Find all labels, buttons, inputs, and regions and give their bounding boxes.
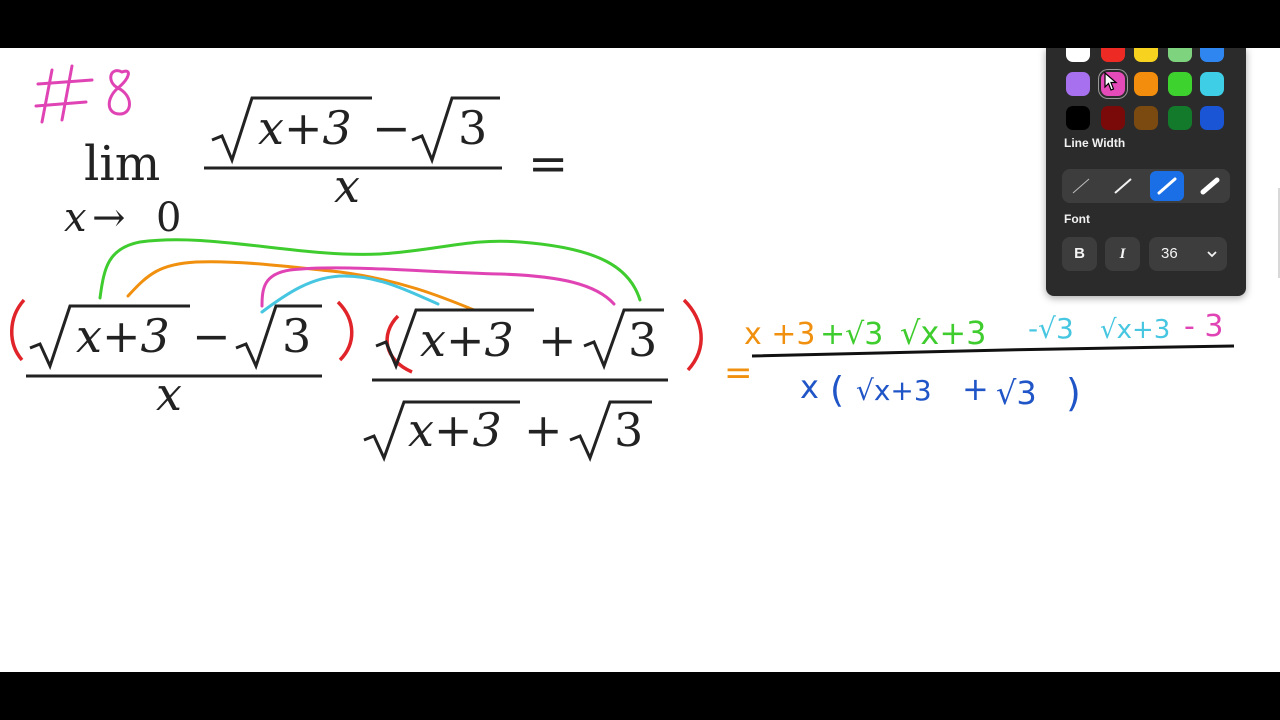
limit-sub-arrow: → [92, 195, 126, 241]
bold-button[interactable]: B [1062, 237, 1097, 271]
problem-label [34, 64, 131, 124]
paren-close-1 [336, 300, 354, 362]
letterbox-bottom [0, 672, 1280, 720]
color-swatch-orange[interactable] [1134, 72, 1158, 96]
limit-numer-op: − [372, 101, 411, 155]
color-swatch-green[interactable] [1168, 72, 1192, 96]
chevron-down-icon [1207, 251, 1217, 258]
hw-denom-root2: √3 [996, 374, 1037, 412]
paren-open-2 [385, 314, 413, 374]
color-swatch-white[interactable] [1066, 48, 1090, 62]
frac1-numer-b: 3 [282, 309, 311, 363]
limit-numer-b: 3 [458, 101, 487, 155]
frac1-numer-a: x+3 [76, 309, 170, 363]
second-fraction: x+3 + 3 x+3 + 3 [363, 298, 703, 462]
pen-options-panel: Line Width Font B I 36 [1046, 48, 1246, 296]
frac2-numer-op: + [538, 313, 577, 367]
hw-numer-term-2: +√3 [820, 317, 883, 352]
line-width-option-2[interactable] [1106, 171, 1140, 201]
hw-denom-close: ) [1066, 371, 1081, 415]
hw-denom-root1: √x+3 [856, 374, 932, 407]
font-size-value: 36 [1161, 245, 1178, 262]
hw-denom-open: ( [830, 370, 844, 411]
extra-thick-line-icon [1200, 177, 1220, 195]
mouse-cursor-icon [1104, 72, 1118, 91]
paren-close-2 [682, 298, 703, 372]
hw-numer-term-6: - 3 [1184, 309, 1223, 344]
frac1-denom: x [156, 367, 182, 421]
arc-pink [260, 266, 616, 308]
color-swatch-brown[interactable] [1134, 106, 1158, 130]
limit-numer-a: x+3 [258, 101, 352, 155]
color-swatch-blue[interactable] [1200, 106, 1224, 130]
line-width-selector [1062, 169, 1230, 203]
frac1-numer-op: − [192, 309, 231, 363]
font-size-select[interactable]: 36 [1149, 237, 1227, 271]
hw-denom-x: x [800, 368, 819, 406]
color-swatch-purple[interactable] [1066, 72, 1090, 96]
thin-line-icon [1072, 178, 1090, 194]
handwritten-result: = x +3 +√3 √x+3 -√3 √x+3 - 3 x ( √x+3 + … [724, 309, 1235, 415]
thick-line-icon [1157, 177, 1177, 195]
medium-line-icon [1114, 178, 1132, 194]
italic-button[interactable]: I [1105, 237, 1140, 271]
whiteboard-canvas[interactable]: #8 lim x → 0 x+3 − 3 x = x+3 − 3 x x+3 +… [0, 48, 1280, 672]
limit-expression: lim x → 0 x+3 − 3 x = [64, 96, 568, 241]
color-swatch-light-green[interactable] [1168, 48, 1192, 62]
paren-open-1 [10, 298, 26, 362]
frac2-numer-b: 3 [628, 313, 657, 367]
problem-label-text: #8 [0, 48, 2, 49]
color-swatch-yellow[interactable] [1134, 48, 1158, 62]
first-fraction: x+3 − 3 x [10, 298, 354, 421]
hw-numer-term-3: √x+3 [900, 314, 987, 352]
hw-numer-term-5: √x+3 [1100, 315, 1170, 345]
frac2-denom-a: x+3 [408, 403, 502, 457]
color-swatch-cyan[interactable] [1200, 72, 1224, 96]
hw-denom-plus: + [962, 370, 989, 408]
color-swatch-dark-green[interactable] [1168, 106, 1192, 130]
line-width-option-1[interactable] [1064, 171, 1098, 201]
hw-equals: = [724, 353, 753, 393]
hw-numer-term-4: -√3 [1028, 312, 1074, 345]
line-width-option-3[interactable] [1150, 171, 1184, 201]
frac2-denom-op: + [524, 403, 563, 457]
color-swatch-dark-red[interactable] [1101, 106, 1125, 130]
frac2-numer-a: x+3 [420, 313, 514, 367]
limit-denom: x [334, 159, 360, 213]
limit-word: lim [84, 136, 160, 192]
letterbox-top [0, 0, 1280, 48]
line-width-label: Line Width [1064, 136, 1126, 150]
color-swatch-black[interactable] [1066, 106, 1090, 130]
limit-equals: = [528, 136, 568, 192]
color-swatch-light-blue[interactable] [1200, 48, 1224, 62]
line-width-option-4[interactable] [1193, 171, 1227, 201]
limit-sub-var: x [64, 195, 87, 241]
hw-numer-term-1: x +3 [744, 317, 816, 352]
limit-sub-to: 0 [156, 195, 181, 241]
distribution-arcs [98, 238, 642, 314]
color-swatch-red[interactable] [1101, 48, 1125, 62]
frac2-denom-b: 3 [614, 403, 643, 457]
font-label: Font [1064, 212, 1090, 226]
